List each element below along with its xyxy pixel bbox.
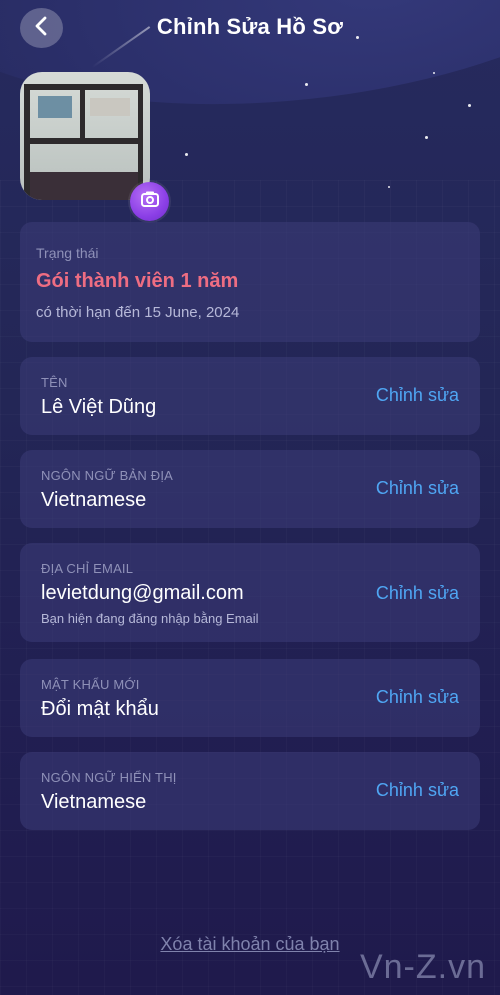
edit-password-button[interactable]: Chỉnh sửa: [376, 687, 459, 708]
status-label: Trạng thái: [36, 245, 99, 261]
field-card-password: MẬT KHẨU MỚI Đổi mật khẩu Chỉnh sửa: [20, 659, 480, 737]
field-label: MẬT KHẨU MỚI: [41, 677, 140, 692]
star: [468, 104, 471, 107]
field-value: levietdung@gmail.com: [41, 582, 244, 604]
star: [305, 83, 308, 86]
field-value: Lê Việt Dũng: [41, 396, 157, 418]
field-card-name: TÊN Lê Việt Dũng Chỉnh sửa: [20, 357, 480, 435]
header: Chỉnh Sửa Hồ Sơ: [0, 0, 500, 58]
star: [433, 72, 435, 74]
field-value: Đổi mật khẩu: [41, 698, 159, 720]
watermark: Vn-Z.vn: [359, 948, 486, 986]
edit-email-button[interactable]: Chỉnh sửa: [376, 583, 459, 604]
field-label: TÊN: [41, 375, 68, 390]
field-value: Vietnamese: [41, 791, 147, 813]
field-label: NGÔN NGỮ HIỂN THỊ: [41, 770, 177, 785]
field-card-email: ĐỊA CHỈ EMAIL levietdung@gmail.com Bạn h…: [20, 543, 480, 642]
field-label: NGÔN NGỮ BẢN ĐỊA: [41, 468, 174, 483]
membership-plan: Gói thành viên 1 năm: [36, 270, 239, 292]
field-label: ĐỊA CHỈ EMAIL: [41, 561, 134, 576]
field-value: Vietnamese: [41, 489, 147, 511]
edit-native-language-button[interactable]: Chỉnh sửa: [376, 478, 459, 499]
page-title: Chỉnh Sửa Hồ Sơ: [156, 14, 344, 39]
star: [425, 136, 428, 139]
field-sub: Bạn hiện đang đăng nhập bằng Email: [41, 611, 259, 626]
edit-display-language-button[interactable]: Chỉnh sửa: [376, 780, 459, 801]
field-card-display-language: NGÔN NGỮ HIỂN THỊ Vietnamese Chỉnh sửa: [20, 752, 480, 830]
change-avatar-button[interactable]: [130, 182, 169, 221]
membership-expiry: có thời hạn đến 15 June, 2024: [36, 304, 240, 321]
camera-icon: [140, 190, 160, 213]
membership-status-card: Trạng thái Gói thành viên 1 năm có thời …: [20, 222, 480, 342]
star: [185, 153, 188, 156]
star: [388, 186, 390, 188]
avatar[interactable]: [20, 72, 150, 200]
edit-name-button[interactable]: Chỉnh sửa: [376, 385, 459, 406]
field-card-native-language: NGÔN NGỮ BẢN ĐỊA Vietnamese Chỉnh sửa: [20, 450, 480, 528]
